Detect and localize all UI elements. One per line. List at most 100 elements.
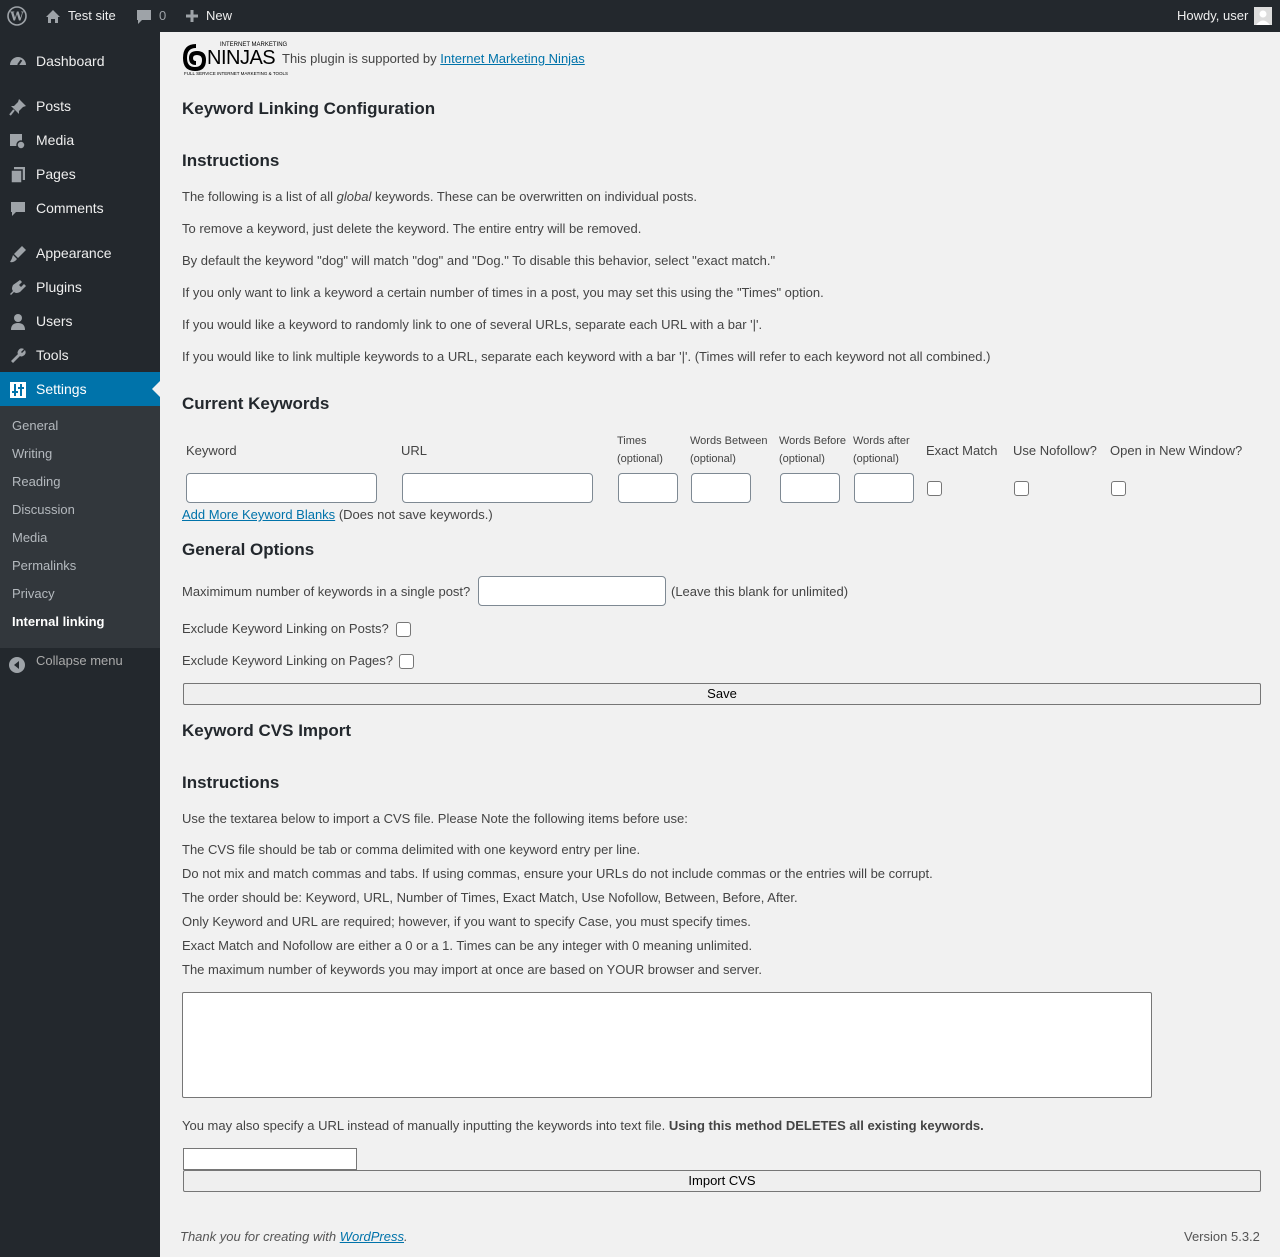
current-keywords-heading: Current Keywords — [182, 394, 330, 413]
submenu-item-privacy[interactable]: Privacy — [12, 584, 55, 604]
exact-match-checkbox[interactable] — [927, 481, 942, 496]
comments-count[interactable]: 0 — [159, 0, 166, 32]
exclude-posts-checkbox[interactable] — [396, 622, 411, 637]
settings-submenu: General Writing Reading Discussion Media… — [0, 406, 160, 648]
sidebar-item-tools[interactable]: Tools — [0, 338, 160, 372]
dashboard-icon — [8, 52, 28, 72]
media-icon — [8, 131, 28, 151]
logo-sub-text: FULL SERVICE INTERNET MARKETING & TOOLS — [184, 71, 289, 76]
import-rule: The order should be: Keyword, URL, Numbe… — [182, 890, 798, 905]
sidebar-item-users[interactable]: Users — [0, 304, 160, 338]
add-more-row: Add More Keyword Blanks (Does not save k… — [182, 507, 493, 522]
settings-icon — [8, 380, 28, 400]
col-new-window: Open in New Window? — [1110, 443, 1243, 458]
submenu-item-general[interactable]: General — [12, 416, 58, 436]
collapse-icon — [9, 657, 25, 676]
submenu-item-media[interactable]: Media — [12, 528, 47, 548]
words-between-input[interactable] — [691, 473, 751, 503]
new-content-link[interactable]: New — [206, 0, 232, 32]
plus-icon[interactable] — [184, 0, 200, 32]
col-words-after: Words after (optional) — [853, 435, 910, 465]
instruction-multiple-keywords: If you would like to link multiple keywo… — [182, 349, 991, 364]
sidebar-item-appearance[interactable]: Appearance — [0, 236, 160, 270]
max-keywords-input[interactable] — [478, 576, 666, 606]
use-nofollow-checkbox[interactable] — [1014, 481, 1029, 496]
submenu-item-reading[interactable]: Reading — [12, 472, 60, 492]
home-icon[interactable] — [44, 0, 62, 32]
add-more-keyword-blanks-link[interactable]: Add More Keyword Blanks — [182, 507, 335, 522]
user-icon — [8, 312, 28, 332]
instruction-case: By default the keyword "dog" will match … — [182, 253, 776, 268]
footer-thanks: Thank you for creating with WordPress. — [180, 1229, 408, 1244]
import-rule: Do not mix and match commas and tabs. If… — [182, 866, 933, 881]
sidebar-item-settings[interactable]: Settings — [0, 372, 160, 406]
general-options-heading: General Options — [182, 540, 315, 559]
new-window-checkbox[interactable] — [1111, 481, 1126, 496]
url-import-note: You may also specify a URL instead of ma… — [182, 1118, 984, 1133]
col-words-before: Words Before (optional) — [779, 435, 847, 465]
pin-icon — [8, 97, 28, 117]
avatar[interactable] — [1254, 7, 1272, 25]
admin-sidebar: Dashboard Posts Media Pages Comments App… — [0, 32, 160, 1257]
collapse-menu-button[interactable]: Collapse menu — [0, 648, 160, 682]
brush-icon — [8, 244, 28, 264]
ninjas-link[interactable]: Internet Marketing Ninjas — [440, 51, 585, 66]
page-title: Keyword Linking Configuration — [182, 99, 436, 118]
import-rule: The CVS file should be tab or comma deli… — [182, 842, 641, 857]
sidebar-item-pages[interactable]: Pages — [0, 157, 160, 191]
current-arrow — [152, 381, 160, 397]
col-exact-match: Exact Match — [926, 443, 998, 458]
sidebar-item-dashboard[interactable]: Dashboard — [0, 44, 160, 78]
keyword-input[interactable] — [186, 473, 377, 503]
collapse-label: Collapse menu — [36, 653, 123, 668]
sidebar-item-posts[interactable]: Posts — [0, 89, 160, 123]
wordpress-logo-icon[interactable]: W — [6, 0, 28, 32]
instruction-random-url: If you would like a keyword to randomly … — [182, 317, 763, 332]
submenu-item-writing[interactable]: Writing — [12, 444, 52, 464]
submenu-item-discussion[interactable]: Discussion — [12, 500, 75, 520]
instructions-heading: Instructions — [182, 151, 280, 170]
max-keywords-note: (Leave this blank for unlimited) — [671, 584, 849, 599]
import-instructions-heading: Instructions — [182, 773, 280, 792]
col-times: Times (optional) — [617, 435, 663, 465]
cvs-url-input[interactable] — [183, 1148, 357, 1170]
url-input[interactable] — [402, 473, 593, 503]
save-button[interactable]: Save — [183, 683, 1261, 705]
col-words-between: Words Between (optional) — [690, 435, 768, 465]
submenu-item-permalinks[interactable]: Permalinks — [12, 556, 76, 576]
import-intro: Use the textarea below to import a CVS f… — [182, 811, 688, 826]
site-name-link[interactable]: Test site — [68, 0, 116, 32]
plugin-icon — [8, 278, 28, 298]
ninjas-logo: INTERNET MARKETING NINJAS FULL SERVICE I… — [182, 42, 288, 78]
sidebar-item-plugins[interactable]: Plugins — [0, 270, 160, 304]
col-use-nofollow: Use Nofollow? — [1013, 443, 1097, 458]
exclude-pages-checkbox[interactable] — [399, 654, 414, 669]
exclude-posts-label: Exclude Keyword Linking on Posts? — [182, 621, 389, 636]
times-input[interactable] — [618, 473, 678, 503]
import-cvs-button[interactable]: Import CVS — [183, 1170, 1261, 1192]
instruction-global: The following is a list of all global ke… — [182, 189, 698, 204]
import-rule: The maximum number of keywords you may i… — [182, 962, 762, 977]
wordpress-link[interactable]: WordPress — [340, 1229, 404, 1244]
exclude-pages-label: Exclude Keyword Linking on Pages? — [182, 653, 394, 668]
words-before-input[interactable] — [780, 473, 840, 503]
logo-word: NINJAS — [207, 47, 276, 69]
main-content: INTERNET MARKETING NINJAS FULL SERVICE I… — [160, 32, 1280, 1257]
submenu-item-internal-linking[interactable]: Internal linking — [12, 612, 104, 632]
footer-version: Version 5.3.2 — [1184, 1229, 1260, 1244]
sidebar-item-media[interactable]: Media — [0, 123, 160, 157]
instruction-remove: To remove a keyword, just delete the key… — [182, 221, 642, 236]
pages-icon — [8, 165, 28, 185]
cvs-import-heading: Keyword CVS Import — [182, 721, 352, 740]
import-rule: Exact Match and Nofollow are either a 0 … — [182, 938, 753, 953]
col-url: URL — [401, 443, 428, 458]
words-after-input[interactable] — [854, 473, 914, 503]
sidebar-item-comments[interactable]: Comments — [0, 191, 160, 225]
col-keyword: Keyword — [186, 443, 237, 458]
comments-icon[interactable] — [135, 0, 153, 32]
howdy-user[interactable]: Howdy, user — [1177, 0, 1248, 32]
cvs-import-textarea[interactable] — [182, 992, 1152, 1098]
svg-text:W: W — [9, 10, 24, 24]
instruction-times: If you only want to link a keyword a cer… — [182, 285, 824, 300]
wrench-icon — [8, 346, 28, 366]
